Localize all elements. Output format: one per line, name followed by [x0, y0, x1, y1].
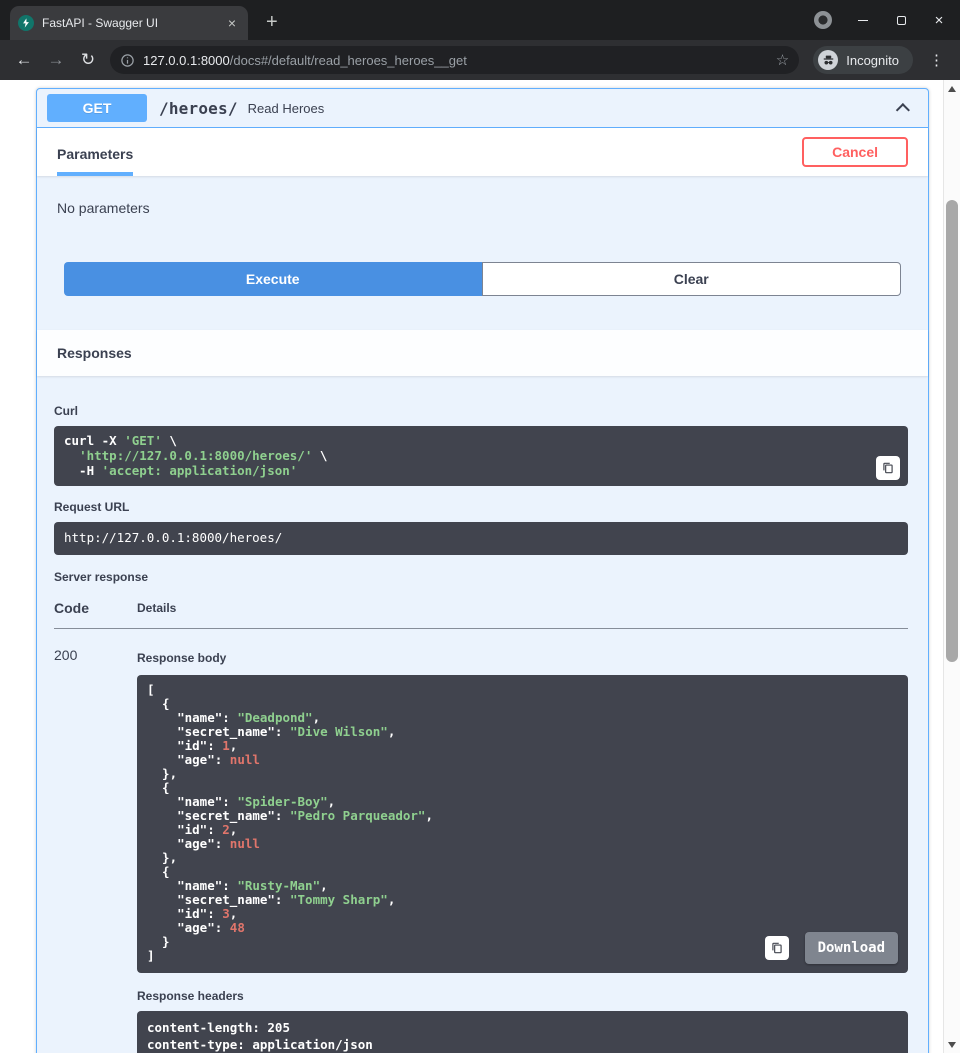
curl-command: curl -X 'GET' \ 'http://127.0.0.1:8000/h…	[64, 434, 898, 478]
url-text[interactable]: 127.0.0.1:8000/docs#/default/read_heroes…	[143, 53, 768, 68]
response-headers-block: content-length: 205content-type: applica…	[137, 1011, 908, 1053]
curl-label: Curl	[54, 404, 908, 418]
url-bar[interactable]: 127.0.0.1:8000/docs#/default/read_heroes…	[110, 46, 799, 74]
page-scrollbar[interactable]	[943, 80, 960, 1053]
details-column-header: Details	[137, 594, 908, 629]
url-path: /docs#/default/read_heroes_heroes__get	[230, 53, 467, 68]
request-url-value: http://127.0.0.1:8000/heroes/	[64, 530, 282, 545]
copy-curl-button[interactable]	[876, 456, 900, 480]
incognito-label: Incognito	[846, 53, 899, 68]
code-column-header: Code	[54, 594, 137, 629]
request-url-label: Request URL	[54, 500, 908, 514]
curl-command-block: curl -X 'GET' \ 'http://127.0.0.1:8000/h…	[54, 426, 908, 486]
status-code: 200	[54, 629, 137, 1053]
profile-avatar-icon[interactable]	[814, 11, 832, 29]
browser-window: FastAPI - Swagger UI × + × ← → ↻ 127.0.0…	[0, 0, 960, 1053]
tab-title: FastAPI - Swagger UI	[42, 16, 216, 30]
reload-icon[interactable]: ↻	[74, 46, 102, 74]
responses-title: Responses	[57, 345, 908, 361]
no-parameters-message: No parameters	[37, 176, 928, 262]
server-response-label: Server response	[54, 570, 908, 584]
endpoint-summary: Read Heroes	[248, 101, 325, 116]
back-icon[interactable]: ←	[10, 46, 38, 74]
browser-tab[interactable]: FastAPI - Swagger UI ×	[10, 6, 248, 40]
url-host: 127.0.0.1:8000	[143, 53, 230, 68]
responses-body: Curl curl -X 'GET' \ 'http://127.0.0.1:8…	[37, 376, 928, 1053]
response-body-actions: Download	[765, 932, 898, 964]
execute-button[interactable]: Execute	[64, 262, 482, 296]
fastapi-favicon-icon	[18, 15, 34, 31]
collapse-chevron-icon[interactable]	[896, 103, 910, 117]
endpoint-path: /heroes/	[147, 99, 248, 118]
clear-button[interactable]: Clear	[482, 262, 902, 296]
close-window-button[interactable]: ×	[932, 13, 946, 27]
copy-response-button[interactable]	[765, 936, 789, 960]
tab-strip: FastAPI - Swagger UI × + ×	[0, 0, 960, 40]
method-badge: GET	[47, 94, 147, 122]
tab-parameters[interactable]: Parameters	[57, 134, 133, 176]
parameters-header: Parameters Cancel	[37, 128, 928, 176]
forward-icon[interactable]: →	[42, 46, 70, 74]
download-button[interactable]: Download	[805, 932, 898, 964]
browser-toolbar: ← → ↻ 127.0.0.1:8000/docs#/default/read_…	[0, 40, 960, 80]
response-body-label: Response body	[137, 651, 908, 665]
page-info-icon[interactable]	[120, 53, 135, 68]
scrollbar-down-icon[interactable]	[944, 1036, 960, 1053]
response-row-200: 200 Response body [ { "name": "Deadpond"…	[54, 629, 908, 1053]
server-response-table: Code Details 200 Response body [ {	[54, 594, 908, 1053]
opblock-summary[interactable]: GET /heroes/ Read Heroes	[37, 89, 928, 128]
page-content: GET /heroes/ Read Heroes Parameters Canc…	[0, 80, 960, 1053]
bookmark-star-icon[interactable]: ☆	[776, 51, 789, 69]
maximize-icon	[897, 16, 906, 25]
minimize-icon	[858, 20, 868, 21]
scrollbar-up-icon[interactable]	[944, 80, 960, 97]
opblock-get-heroes: GET /heroes/ Read Heroes Parameters Canc…	[36, 88, 929, 1053]
maximize-button[interactable]	[894, 13, 908, 27]
browser-menu-icon[interactable]: ⋮	[921, 51, 952, 69]
tab-close-icon[interactable]: ×	[224, 14, 240, 32]
response-body-block: [ { "name": "Deadpond", "secret_name": "…	[137, 675, 908, 973]
responses-section-header: Responses	[37, 330, 928, 376]
request-url-block: http://127.0.0.1:8000/heroes/	[54, 522, 908, 555]
incognito-badge: Incognito	[813, 46, 913, 74]
minimize-button[interactable]	[856, 13, 870, 27]
response-body-json: [ { "name": "Deadpond", "secret_name": "…	[147, 683, 898, 963]
window-controls: ×	[814, 11, 960, 29]
new-tab-button[interactable]: +	[260, 12, 284, 32]
incognito-spy-icon	[818, 50, 838, 70]
cancel-button[interactable]: Cancel	[802, 137, 908, 167]
response-headers-label: Response headers	[137, 989, 908, 1003]
execute-wrapper: Execute Clear	[37, 262, 928, 330]
scrollbar-thumb[interactable]	[946, 200, 958, 662]
